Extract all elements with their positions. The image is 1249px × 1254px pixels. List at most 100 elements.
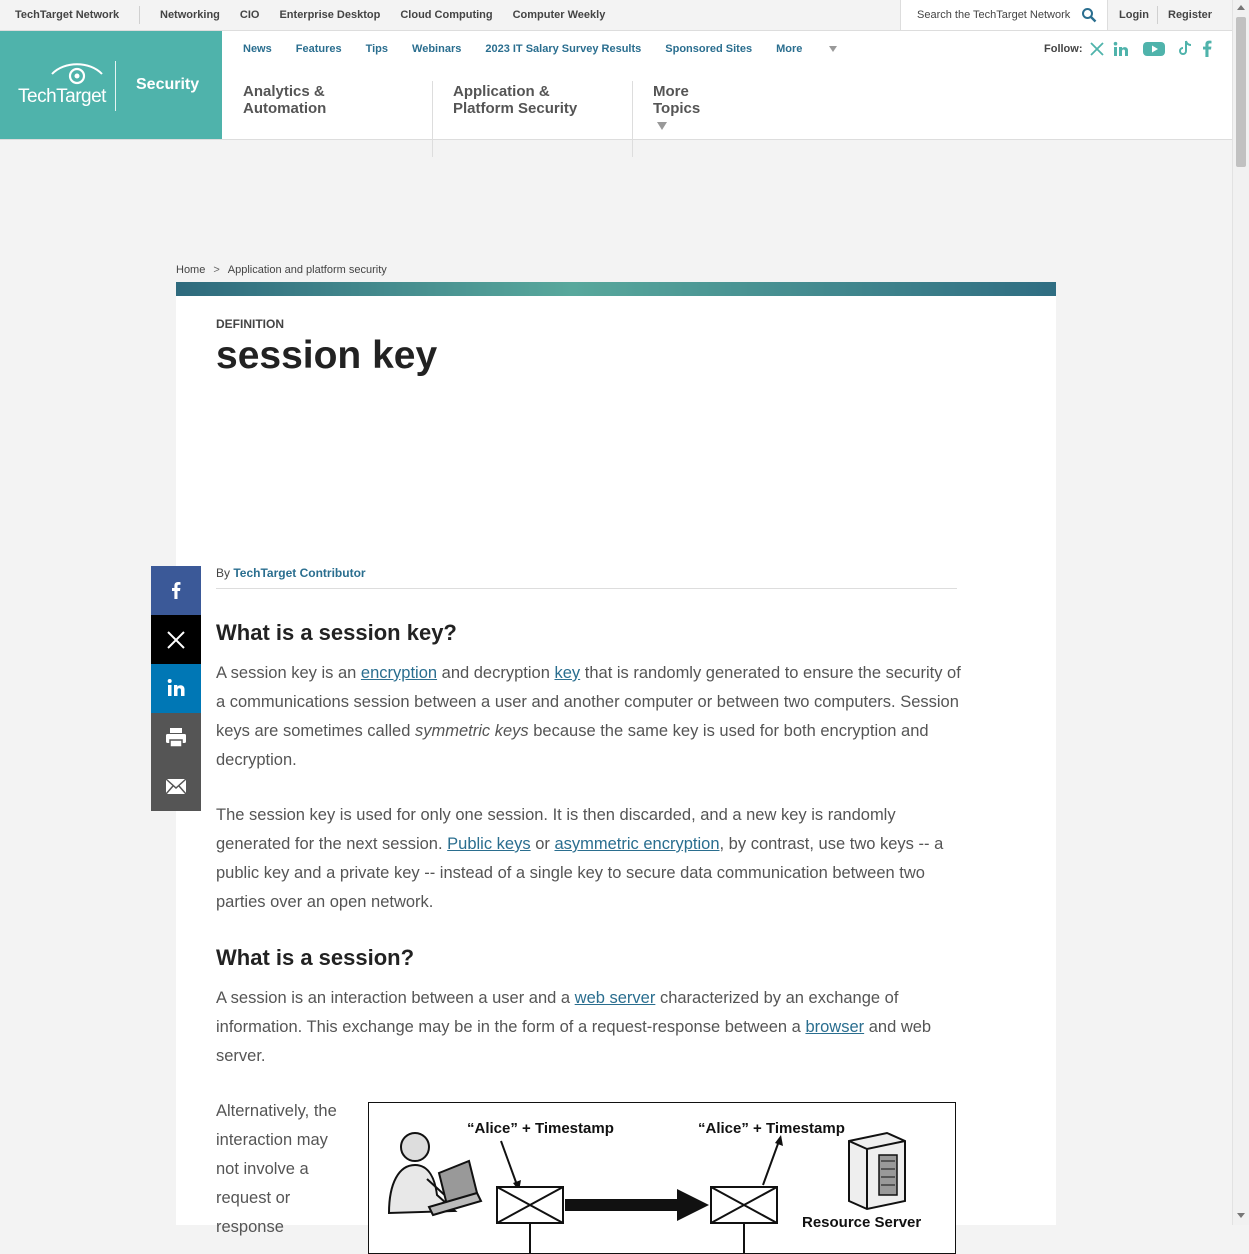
- chevron-down-icon: [657, 122, 667, 131]
- arrow: [762, 1140, 780, 1186]
- text: A session is an interaction between a us…: [216, 989, 575, 1007]
- share-x-button[interactable]: [151, 615, 201, 664]
- envelope-right-icon: [710, 1186, 778, 1224]
- login-link[interactable]: Login: [1119, 9, 1149, 21]
- logo-divider: [115, 61, 116, 111]
- page-title: session key: [216, 334, 438, 377]
- subnav-webinars[interactable]: Webinars: [412, 43, 461, 55]
- email-icon: [165, 778, 187, 795]
- facebook-icon: [172, 582, 181, 599]
- subnav-features[interactable]: Features: [296, 43, 342, 55]
- section-heading-session: What is a session?: [216, 945, 415, 970]
- chevron-down-icon: [829, 46, 838, 53]
- envelope-left-icon: [496, 1186, 564, 1224]
- print-button[interactable]: [151, 713, 201, 762]
- section-heading-session-key: What is a session key?: [216, 620, 457, 645]
- diagram-graphic: “Alice” + Timestamp “Alice” + Timestamp: [387, 1120, 921, 1253]
- breadcrumb-separator: >: [213, 264, 220, 276]
- youtube-icon[interactable]: [1143, 41, 1165, 57]
- network-link-networking[interactable]: Networking: [160, 9, 220, 21]
- divider: [1157, 6, 1158, 24]
- scrollbar-thumb[interactable]: [1236, 17, 1246, 167]
- x-icon[interactable]: [1089, 41, 1105, 57]
- byline: By TechTarget Contributor: [216, 566, 366, 580]
- linkedin-icon[interactable]: [1113, 41, 1129, 57]
- divider: [139, 6, 140, 24]
- breadcrumb: Home > Application and platform security: [176, 264, 387, 276]
- subnav-sponsored-sites[interactable]: Sponsored Sites: [665, 43, 752, 55]
- link-browser[interactable]: browser: [805, 1018, 864, 1036]
- share-facebook-button[interactable]: [151, 566, 201, 615]
- site-logo[interactable]: TechTarget Security: [0, 31, 222, 139]
- transfer-arrow-head: [677, 1189, 709, 1221]
- search-icon[interactable]: [1081, 7, 1097, 23]
- breadcrumb-current[interactable]: Application and platform security: [228, 264, 387, 276]
- scroll-up-arrow-icon[interactable]: [1237, 5, 1245, 10]
- page-scrollbar[interactable]: [1232, 0, 1249, 1225]
- share-rail: [151, 566, 201, 811]
- paragraph: The session key is used for only one ses…: [216, 801, 961, 917]
- site-header: TechTarget Security News Features Tips W…: [0, 31, 1232, 157]
- linkedin-icon: [167, 679, 185, 696]
- transfer-arrow: [565, 1199, 681, 1211]
- share-linkedin-button[interactable]: [151, 664, 201, 713]
- search-placeholder: Search the TechTarget Network: [917, 9, 1071, 21]
- paragraph: A session key is an encryption and decry…: [216, 659, 961, 775]
- scroll-down-arrow-icon[interactable]: [1237, 1213, 1245, 1218]
- article-top-bar: [176, 282, 1056, 296]
- network-search-input[interactable]: Search the TechTarget Network: [900, 0, 1108, 30]
- breadcrumb-home[interactable]: Home: [176, 264, 205, 276]
- subnav-salary-survey[interactable]: 2023 IT Salary Survey Results: [485, 43, 641, 55]
- link-encryption[interactable]: encryption: [361, 664, 437, 682]
- session-diagram-image: “Alice” + Timestamp “Alice” + Timestamp: [368, 1102, 956, 1254]
- diagram-label-left: “Alice” + Timestamp: [467, 1120, 614, 1137]
- divider: [632, 81, 633, 157]
- network-link-cio[interactable]: CIO: [240, 9, 260, 21]
- topic-more-topics[interactable]: More Topics: [653, 83, 700, 134]
- sub-navigation: News Features Tips Webinars 2023 IT Sala…: [243, 43, 861, 55]
- link-public-keys[interactable]: Public keys: [447, 835, 530, 853]
- share-email-button[interactable]: [151, 762, 201, 811]
- article-body: DEFINITION session key By TechTarget Con…: [176, 296, 1056, 1254]
- facebook-icon[interactable]: [1202, 40, 1212, 57]
- x-icon: [167, 631, 185, 649]
- network-link-computer-weekly[interactable]: Computer Weekly: [513, 9, 606, 21]
- network-bar: TechTarget Network Networking CIO Enterp…: [0, 0, 1232, 31]
- diagram-label-right: “Alice” + Timestamp: [698, 1120, 845, 1137]
- definition-label: DEFINITION: [216, 317, 284, 331]
- network-link-enterprise-desktop[interactable]: Enterprise Desktop: [279, 9, 380, 21]
- subnav-news[interactable]: News: [243, 43, 272, 55]
- print-icon: [166, 728, 186, 748]
- follow-label: Follow:: [1044, 43, 1083, 55]
- link-web-server[interactable]: web server: [575, 989, 656, 1007]
- byline-divider: [216, 588, 957, 589]
- topic-application-platform-security[interactable]: Application & Platform Security: [453, 83, 593, 117]
- subnav-tips[interactable]: Tips: [366, 43, 388, 55]
- arrow: [500, 1140, 518, 1186]
- network-link-cloud-computing[interactable]: Cloud Computing: [400, 9, 492, 21]
- register-link[interactable]: Register: [1168, 9, 1212, 21]
- emphasis: symmetric keys: [415, 722, 529, 740]
- link-key[interactable]: key: [554, 664, 580, 682]
- site-section-title[interactable]: Security: [136, 76, 199, 94]
- logo-text: TechTarget: [18, 86, 106, 107]
- text: and decryption: [437, 664, 555, 682]
- network-links: Networking CIO Enterprise Desktop Cloud …: [160, 9, 625, 21]
- more-topics-label: More Topics: [653, 83, 701, 117]
- topic-analytics-automation[interactable]: Analytics & Automation: [243, 83, 326, 117]
- tiktok-icon[interactable]: [1177, 40, 1193, 57]
- paragraph: A session is an interaction between a us…: [216, 984, 961, 1071]
- author-link[interactable]: TechTarget Contributor: [233, 566, 365, 580]
- text: or: [530, 835, 555, 853]
- link-asymmetric-encryption[interactable]: asymmetric encryption: [554, 835, 719, 853]
- network-brand-link[interactable]: TechTarget Network: [15, 9, 119, 21]
- text: A session key is an: [216, 664, 361, 682]
- techtarget-eye-icon: [51, 63, 103, 85]
- paragraph: Alternatively, the interaction may not i…: [216, 1102, 337, 1236]
- subnav-more-label: More: [776, 43, 803, 55]
- divider: [432, 81, 433, 157]
- server-icon: [848, 1131, 906, 1211]
- byline-prefix: By: [216, 566, 231, 580]
- subnav-more[interactable]: More: [776, 43, 838, 55]
- diagram-label-server: Resource Server: [802, 1214, 921, 1231]
